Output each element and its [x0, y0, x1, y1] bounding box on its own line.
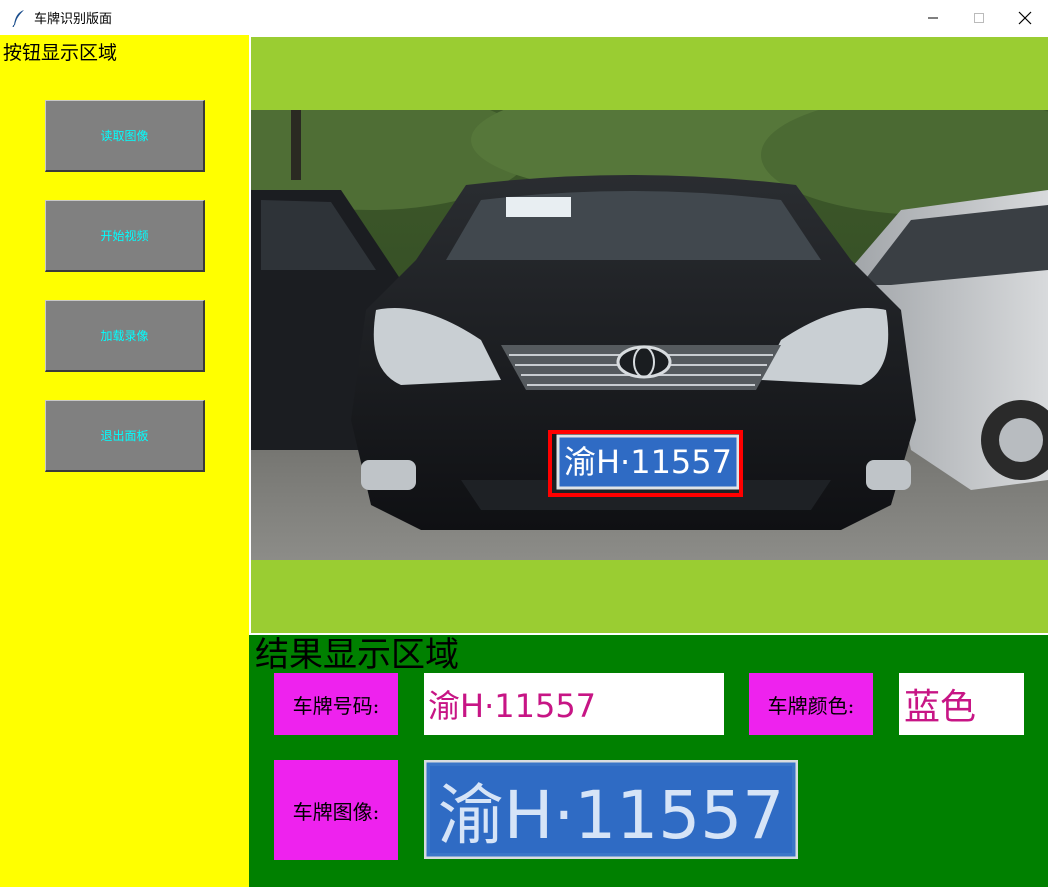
plate-color-value: 蓝色	[899, 673, 1024, 735]
window-title: 车牌识别版面	[34, 12, 113, 27]
exit-panel-button[interactable]: 退出面板	[45, 400, 205, 472]
close-icon	[1018, 11, 1032, 24]
button-panel: 按钮显示区域 读取图像 开始视频 加载录像 退出面板	[0, 35, 249, 887]
plate-number-value: 渝H·11557	[424, 673, 724, 735]
photo-plate-text: 渝H·11557	[564, 443, 732, 481]
maximize-icon	[974, 12, 984, 23]
title-bar: 车牌识别版面	[0, 0, 1048, 35]
minimize-icon	[928, 17, 938, 18]
plate-image: 渝H·11557	[424, 760, 798, 859]
start-video-button[interactable]: 开始视频	[45, 200, 205, 272]
button-area-label: 按钮显示区域	[3, 42, 118, 64]
plate-image-label: 车牌图像:	[274, 760, 398, 860]
image-display-panel: 渝H·11557	[251, 37, 1048, 633]
load-recording-button[interactable]: 加载录像	[45, 300, 205, 372]
plate-number-label: 车牌号码:	[274, 673, 398, 735]
minimize-button[interactable]	[910, 0, 956, 35]
read-image-button[interactable]: 读取图像	[45, 100, 205, 172]
plate-image-text: 渝H·11557	[438, 777, 785, 854]
result-panel: 结果显示区域 车牌号码: 渝H·11557 车牌颜色: 蓝色 车牌图像: 渝H·…	[249, 635, 1048, 887]
maximize-button[interactable]	[956, 0, 1002, 35]
close-button[interactable]	[1002, 0, 1048, 35]
feather-icon	[12, 9, 24, 27]
plate-color-label: 车牌颜色:	[749, 673, 873, 735]
result-area-title: 结果显示区域	[255, 635, 459, 675]
car-photo: 渝H·11557	[251, 110, 1048, 560]
